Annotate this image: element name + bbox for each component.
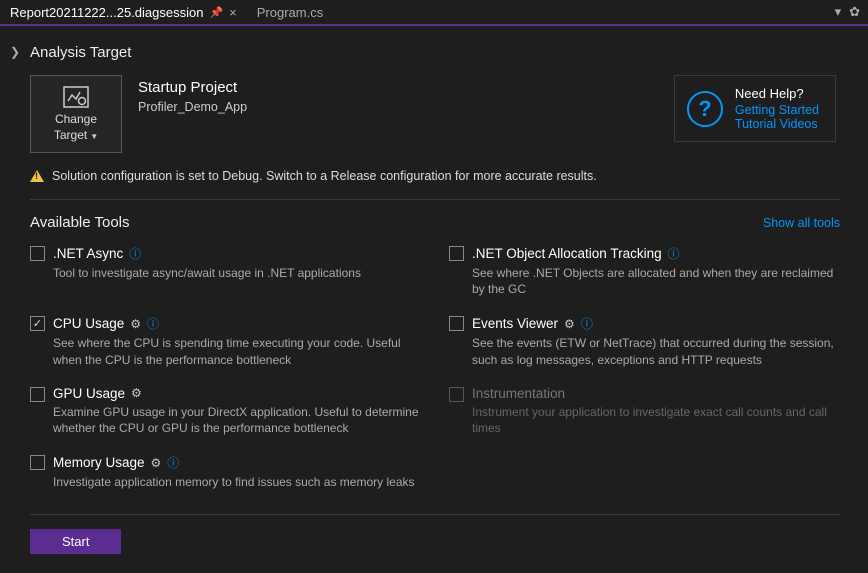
tool-checkbox[interactable] — [30, 316, 45, 331]
tool-item: GPU Usage ⚙ Examine GPU usage in your Dire… — [30, 386, 421, 436]
target-icon — [63, 86, 89, 108]
info-icon[interactable]: ⓘ — [147, 315, 159, 332]
tool-item: .NET Object Allocation Tracking ⓘ See wher… — [449, 245, 840, 297]
close-icon[interactable]: × — [229, 5, 237, 20]
warning-icon — [30, 170, 44, 182]
analysis-target-title: Analysis Target — [30, 44, 840, 61]
startup-project-label: Startup Project — [138, 79, 658, 96]
tool-checkbox — [449, 387, 464, 402]
tutorial-videos-link[interactable]: Tutorial Videos — [735, 117, 819, 131]
tool-title: Memory Usage — [53, 455, 145, 470]
tool-title: GPU Usage — [53, 386, 125, 401]
gear-icon[interactable]: ⚙ — [151, 456, 162, 470]
expand-column: ❯ — [0, 26, 30, 571]
available-tools-title: Available Tools — [30, 214, 130, 231]
change-target-button[interactable]: Change Target▼ — [30, 75, 122, 153]
tool-title: CPU Usage — [53, 316, 124, 331]
tool-item: .NET Async ⓘ Tool to investigate async/awa… — [30, 245, 421, 297]
tool-item: CPU Usage ⚙ ⓘ See where the CPU is spending… — [30, 315, 421, 367]
info-icon[interactable]: ⓘ — [167, 454, 179, 471]
tab-bar: Report20211222...25.diagsession 📌 × Prog… — [0, 0, 868, 26]
change-target-label1: Change — [55, 112, 97, 126]
tab-diagsession[interactable]: Report20211222...25.diagsession 📌 × — [0, 0, 247, 24]
project-name: Profiler_Demo_App — [138, 100, 658, 114]
tab-label: Report20211222...25.diagsession — [10, 5, 203, 20]
chevron-right-icon[interactable]: ❯ — [10, 45, 20, 59]
help-title: Need Help? — [735, 86, 819, 101]
gear-icon[interactable]: ⚙ — [564, 317, 575, 331]
tool-description: See the events (ETW or NetTrace) that oc… — [472, 335, 840, 367]
gear-icon[interactable]: ⚙ — [131, 386, 142, 400]
tool-description: See where .NET Objects are allocated and… — [472, 265, 840, 297]
tool-description: Investigate application memory to find i… — [53, 474, 421, 490]
tool-title: Events Viewer — [472, 316, 558, 331]
tool-title: .NET Object Allocation Tracking — [472, 246, 662, 261]
info-icon[interactable]: ⓘ — [668, 245, 680, 262]
tool-description: Tool to investigate async/await usage in… — [53, 265, 421, 281]
tool-title: .NET Async — [53, 246, 123, 261]
tool-description: Instrument your application to investiga… — [472, 404, 840, 436]
divider — [30, 199, 840, 200]
show-all-tools-link[interactable]: Show all tools — [763, 216, 840, 230]
help-panel: ? Need Help? Getting Started Tutorial Vi… — [674, 75, 836, 142]
target-info: Startup Project Profiler_Demo_App — [138, 75, 658, 114]
chevron-down-icon: ▼ — [90, 132, 98, 141]
tool-checkbox[interactable] — [449, 246, 464, 261]
tab-label: Program.cs — [257, 5, 323, 20]
tool-checkbox[interactable] — [30, 455, 45, 470]
gear-icon[interactable]: ⚙ — [130, 317, 141, 331]
info-icon[interactable]: ⓘ — [581, 315, 593, 332]
tool-checkbox[interactable] — [30, 387, 45, 402]
getting-started-link[interactable]: Getting Started — [735, 103, 819, 117]
pin-icon[interactable]: 📌 — [209, 6, 223, 19]
tool-description: Examine GPU usage in your DirectX applic… — [53, 404, 421, 436]
info-icon[interactable]: ⓘ — [129, 245, 141, 262]
tool-item: Memory Usage ⚙ ⓘ Investigate application me… — [30, 454, 421, 490]
settings-icon[interactable]: ✿ — [849, 4, 860, 20]
warning-row: Solution configuration is set to Debug. … — [30, 169, 840, 183]
tool-title: Instrumentation — [472, 386, 565, 401]
tab-overflow-icon[interactable]: ▾ — [835, 4, 842, 20]
help-icon: ? — [687, 91, 723, 127]
warning-text: Solution configuration is set to Debug. … — [52, 169, 597, 183]
tool-checkbox[interactable] — [449, 316, 464, 331]
tool-item: Instrumentation Instrument your applicati… — [449, 386, 840, 436]
tool-item: Events Viewer ⚙ ⓘ See the events (ETW or Ne… — [449, 315, 840, 367]
start-button[interactable]: Start — [30, 529, 121, 554]
tool-description: See where the CPU is spending time execu… — [53, 335, 421, 367]
tool-checkbox[interactable] — [30, 246, 45, 261]
change-target-label2: Target▼ — [54, 128, 98, 142]
tab-program-cs[interactable]: Program.cs — [247, 0, 333, 24]
